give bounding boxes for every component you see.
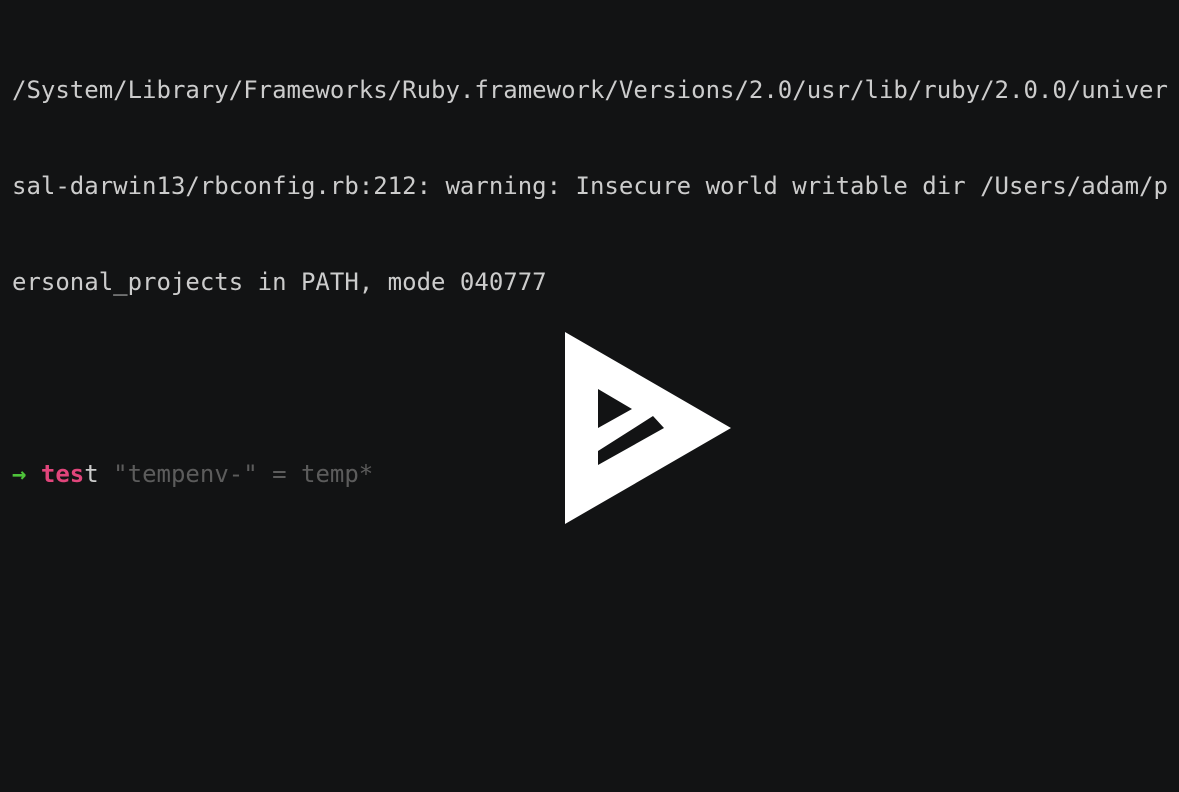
prompt-arrow-icon: → (12, 460, 27, 488)
play-button[interactable] (506, 299, 731, 524)
command-rest: t (84, 460, 99, 488)
terminal-screen: /System/Library/Frameworks/Ruby.framewor… (0, 0, 1179, 792)
output-line-1: /System/Library/Frameworks/Ruby.framewor… (12, 76, 1168, 104)
asciinema-play-icon (564, 332, 731, 524)
autosuggestion: "tempenv-" = temp* (98, 460, 374, 488)
output-line-2: sal-darwin13/rbconfig.rb:212: warning: I… (12, 172, 1168, 200)
typed-command: tes (40, 460, 85, 488)
output-line-3: ersonal_projects in PATH, mode 040777 (12, 268, 547, 296)
